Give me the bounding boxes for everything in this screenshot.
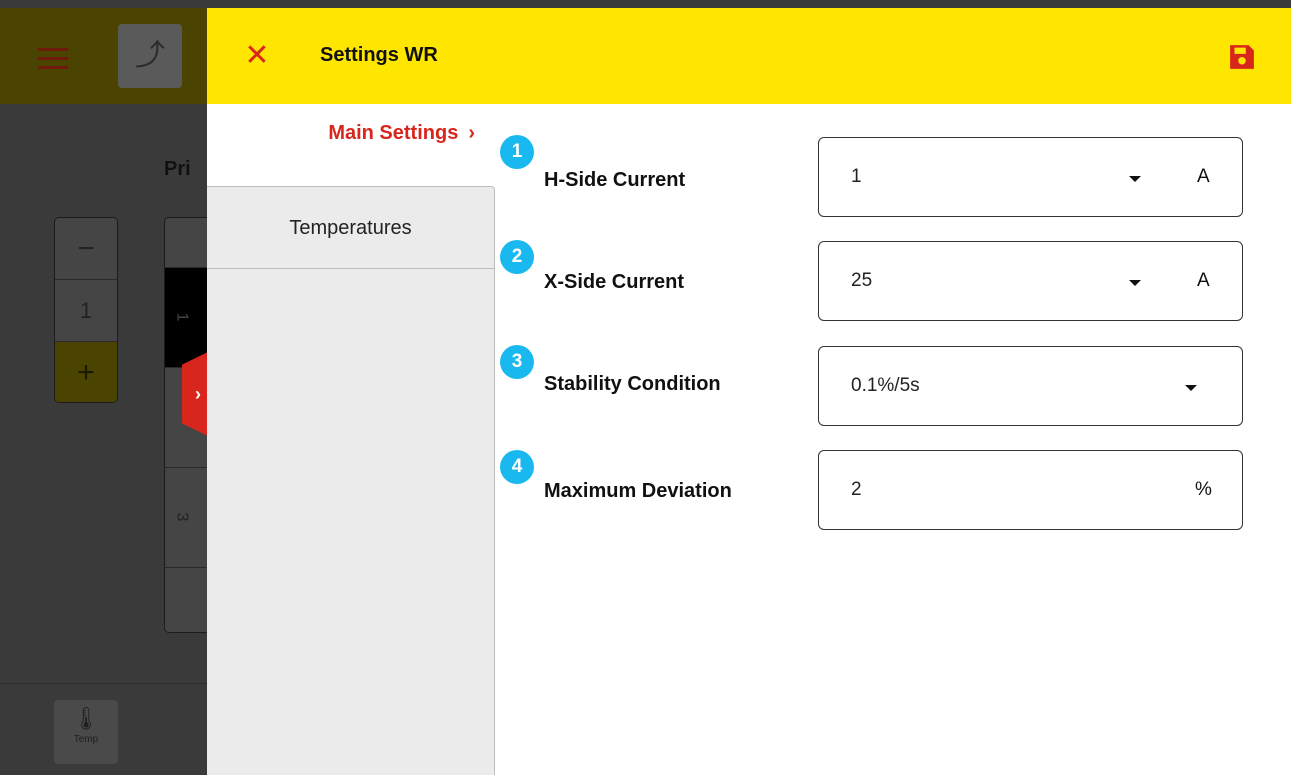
caret-down-icon (1129, 280, 1141, 286)
quantity-stepper: − 1 + (54, 217, 118, 403)
setting-row-x-side-current: 2 X-Side Current 25 A (500, 240, 1250, 321)
background-page-title: Pri (164, 158, 191, 180)
field-value: 25 (851, 270, 873, 291)
drawer-toggle-tab[interactable]: › (182, 352, 208, 436)
nav-panel: Temperatures (207, 186, 495, 775)
field-value: 1 (851, 166, 862, 187)
temp-button[interactable]: 🌡 Temp (54, 700, 118, 764)
setting-label: Stability Condition (544, 373, 721, 395)
x-side-current-select[interactable]: 25 A (818, 241, 1243, 321)
step-number-badge: 1 (500, 135, 534, 169)
maximum-deviation-input[interactable]: 2 % (818, 450, 1243, 530)
setting-label: H-Side Current (544, 169, 686, 191)
nav-item-temperatures[interactable]: Temperatures (207, 187, 494, 269)
setting-label: X-Side Current (544, 271, 685, 293)
temp-label: Temp (73, 734, 99, 745)
caret-down-icon (1129, 176, 1141, 182)
close-icon[interactable]: ✕ (239, 38, 275, 74)
drawer-header: ✕ Settings WR (207, 8, 1291, 104)
drawer-title: Settings WR (320, 44, 438, 66)
save-icon[interactable] (1227, 42, 1257, 72)
upload-icon[interactable]: ⤴ (118, 24, 182, 88)
step-number-badge: 2 (500, 240, 534, 274)
settings-drawer: ✕ Settings WR Main Settings › Temperature… (207, 8, 1291, 775)
caret-down-icon (1185, 385, 1197, 391)
h-side-current-select[interactable]: 1 A (818, 137, 1243, 217)
stability-condition-select[interactable]: 0.1%/5s (818, 346, 1243, 426)
nav-item-label: Main Settings (328, 122, 459, 144)
stepper-plus-button[interactable]: + (55, 342, 117, 402)
field-value: 2 (851, 479, 862, 500)
unit-label: A (1197, 166, 1210, 187)
nav-item-main-settings[interactable]: Main Settings › (207, 122, 495, 162)
stepper-minus-button[interactable]: − (55, 218, 117, 280)
unit-label: % (1195, 479, 1212, 500)
thermometer-icon: 🌡 (72, 706, 100, 731)
unit-label: A (1197, 270, 1210, 291)
stepper-value: 1 (55, 280, 117, 342)
hamburger-icon[interactable] (38, 48, 68, 75)
step-number-badge: 3 (500, 345, 534, 379)
setting-row-maximum-deviation: 4 Maximum Deviation 2 % (500, 450, 1250, 530)
step-number-badge: 4 (500, 450, 534, 484)
settings-nav: Main Settings › Temperatures (207, 104, 495, 775)
setting-label: Maximum Deviation (544, 480, 732, 502)
chevron-right-icon: › (468, 122, 475, 144)
setting-row-stability-condition: 3 Stability Condition 0.1%/5s (500, 345, 1250, 426)
setting-row-h-side-current: 1 H-Side Current 1 A (500, 135, 1250, 217)
field-value: 0.1%/5s (851, 375, 920, 396)
